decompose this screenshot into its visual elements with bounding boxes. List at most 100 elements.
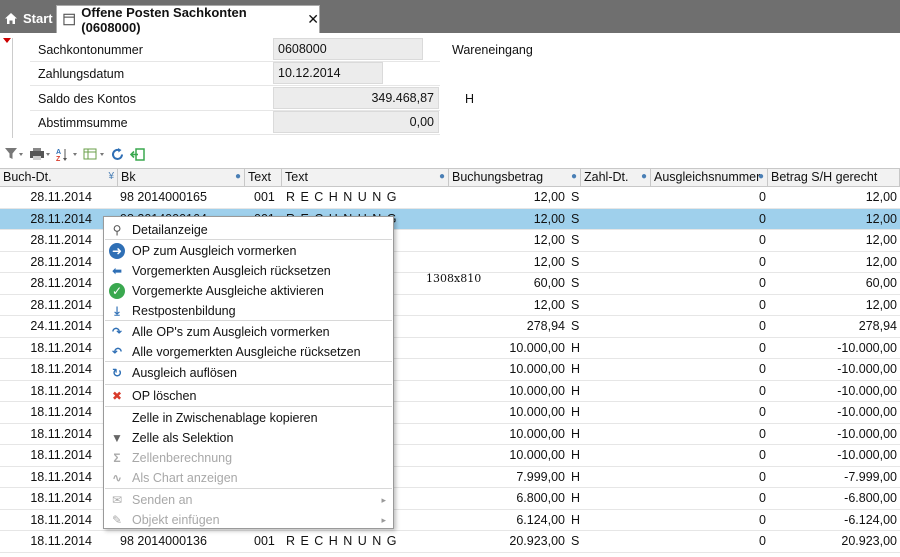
cell-num: 0 xyxy=(759,448,766,462)
col-header-betrag-sh[interactable]: Betrag S/H gerecht xyxy=(768,169,900,187)
refresh-icon[interactable] xyxy=(110,147,125,162)
send-icon: ✉ xyxy=(111,493,123,507)
cell-num: 0 xyxy=(759,383,766,398)
cell-num: 0 xyxy=(759,512,766,527)
cell-sh: H xyxy=(571,426,581,441)
cell-amount: 10.000,00 xyxy=(509,405,565,419)
menu-separator xyxy=(105,488,392,489)
table-row[interactable]: 18.11.2014 98 2014000136 001 R E C H N U N … xyxy=(0,531,900,553)
cell-sh: S xyxy=(571,254,580,269)
context-menu-label: OP zum Ausgleich vormerken xyxy=(132,244,297,258)
context-menu-item: Σ Zellenberechnung xyxy=(105,448,392,468)
column-menu-icon[interactable]: ● xyxy=(439,171,445,182)
cell-sh: H xyxy=(571,512,581,527)
cell-signed: -10.000,00 xyxy=(837,383,897,398)
magnifier-icon: ⚲ xyxy=(112,223,122,237)
cell-date: 18.11.2014 xyxy=(30,469,92,484)
context-menu-item[interactable]: ⬅ Vorgemerkten Ausgleich rücksetzen xyxy=(105,261,392,281)
cell-sh: S xyxy=(571,211,580,226)
cell-amount: 6.124,00 xyxy=(516,512,565,527)
context-menu-item[interactable]: ⚲ Detailanzeige xyxy=(105,220,392,240)
tab-offene-posten-label: Offene Posten Sachkonten (0608000) xyxy=(81,4,247,35)
column-menu-icon[interactable]: ● xyxy=(571,171,577,182)
context-menu-label: Ausgleich auflösen xyxy=(132,366,237,380)
home-icon xyxy=(5,12,17,24)
cell-amount: 10.000,00 xyxy=(509,448,565,462)
cell-amount: 12,00 xyxy=(533,297,565,312)
context-menu-item[interactable]: ✓ Vorgemerkte Ausgleiche aktivieren xyxy=(105,281,392,301)
svg-text:A: A xyxy=(56,149,61,156)
filter-icon[interactable] xyxy=(4,147,24,161)
cell-date: 24.11.2014 xyxy=(30,319,92,333)
cell-signed: -10.000,00 xyxy=(837,405,897,419)
context-menu-item[interactable]: ➜ OP zum Ausgleich vormerken xyxy=(105,241,392,261)
tab-offene-posten[interactable]: Offene Posten Sachkonten (0608000) ✕ xyxy=(56,4,320,35)
sachkontonummer-field[interactable]: 0608000 xyxy=(273,38,423,60)
cell-amount: 12,00 xyxy=(533,211,565,226)
col-header-buch-dt[interactable]: Buch-Dt. ¥ xyxy=(0,169,118,187)
cell-bk: 98 2014000165 xyxy=(120,190,207,204)
grid-header: Buch-Dt. ¥ Bk ● Text Text ● Buchungsbetr… xyxy=(0,169,900,187)
check-icon: ✓ xyxy=(109,283,125,299)
cell-num: 0 xyxy=(759,297,766,312)
zahlungsdatum-field[interactable]: 10.12.2014 xyxy=(273,62,383,84)
context-menu-item[interactable]: ▼ Zelle als Selektion xyxy=(105,428,392,448)
column-menu-icon[interactable]: ● xyxy=(235,171,241,182)
cell-amount: 6.800,00 xyxy=(516,491,565,505)
col-header-ausgleichsnummer[interactable]: Ausgleichsnummer ● xyxy=(651,169,768,187)
field-row-saldo: Saldo des Kontos 349.468,87 xyxy=(30,87,440,111)
print-icon[interactable] xyxy=(29,147,51,161)
cell-amount: 10.000,00 xyxy=(509,383,565,398)
col-header-text-code[interactable]: Text xyxy=(245,169,282,187)
sort-icon[interactable]: AZ xyxy=(56,147,78,162)
undo-icon: ↶ xyxy=(111,345,123,359)
context-menu-item[interactable]: ✖ OP löschen xyxy=(105,386,392,406)
context-menu-item: ✉ Senden an ▸ xyxy=(105,490,392,510)
cell-sh: H xyxy=(571,469,581,484)
context-menu-item[interactable]: ⤓ Restpostenbildung xyxy=(105,301,392,321)
close-icon[interactable]: ✕ xyxy=(307,11,319,28)
cell-num: 0 xyxy=(759,254,766,269)
arrow-right-icon: ➜ xyxy=(109,243,125,259)
tab-start[interactable]: Start xyxy=(4,6,53,30)
context-menu-item: ✎ Objekt einfügen ▸ xyxy=(105,510,392,530)
cell-amount: 10.000,00 xyxy=(509,426,565,441)
context-menu-label: Vorgemerkten Ausgleich rücksetzen xyxy=(132,264,331,278)
export-icon[interactable] xyxy=(83,147,105,161)
cell-signed: 12,00 xyxy=(865,254,897,269)
column-menu-icon[interactable]: ● xyxy=(641,171,647,182)
submenu-arrow-icon: ▸ xyxy=(381,514,386,525)
sort-desc-icon[interactable]: ¥ xyxy=(108,171,114,182)
table-row[interactable]: 28.11.2014 98 2014000165 001 R E C H N U N … xyxy=(0,187,900,209)
field-label: Sachkontonummer xyxy=(38,43,143,57)
context-menu-item[interactable]: ↷ Alle OP's zum Ausgleich vormerken xyxy=(105,322,392,342)
context-menu-label: OP löschen xyxy=(132,389,197,403)
col-header-zahl-dt[interactable]: Zahl-Dt. ● xyxy=(581,169,651,187)
column-menu-icon[interactable]: ● xyxy=(758,171,764,182)
cell-date: 18.11.2014 xyxy=(30,491,92,505)
refresh-icon: ↻ xyxy=(111,366,123,380)
cell-signed: 278,94 xyxy=(858,319,897,333)
collapse-marker-icon[interactable] xyxy=(3,38,11,43)
cell-num: 0 xyxy=(759,491,766,505)
cell-signed: -10.000,00 xyxy=(837,362,897,376)
cell-date: 28.11.2014 xyxy=(30,254,92,269)
cell-num: 0 xyxy=(759,340,766,355)
context-menu-item[interactable]: ↶ Alle vorgemerkten Ausgleiche rücksetzen xyxy=(105,342,392,362)
field-label: Abstimmsumme xyxy=(38,116,128,130)
context-menu-item[interactable]: Zelle in Zwischenablage kopieren xyxy=(105,408,392,428)
col-header-text[interactable]: Text ● xyxy=(282,169,449,187)
context-menu-label: Alle OP's zum Ausgleich vormerken xyxy=(132,325,330,339)
col-header-buchungsbetrag[interactable]: Buchungsbetrag ● xyxy=(449,169,581,187)
context-menu-item[interactable]: ↻ Ausgleich auflösen xyxy=(105,363,392,383)
cell-num: 0 xyxy=(759,405,766,419)
exit-icon[interactable] xyxy=(130,147,145,162)
cell-date: 18.11.2014 xyxy=(30,340,92,355)
col-header-bk[interactable]: Bk ● xyxy=(118,169,245,187)
table-row[interactable]: 17.11.201498 8058001FKS-WE1/4/000337 102… xyxy=(0,553,900,557)
cell-num: 0 xyxy=(759,233,766,247)
cell-signed: -10.000,00 xyxy=(837,426,897,441)
cell-signed: 12,00 xyxy=(865,233,897,247)
cell-num: 0 xyxy=(759,426,766,441)
sigma-icon: Σ xyxy=(113,451,121,465)
